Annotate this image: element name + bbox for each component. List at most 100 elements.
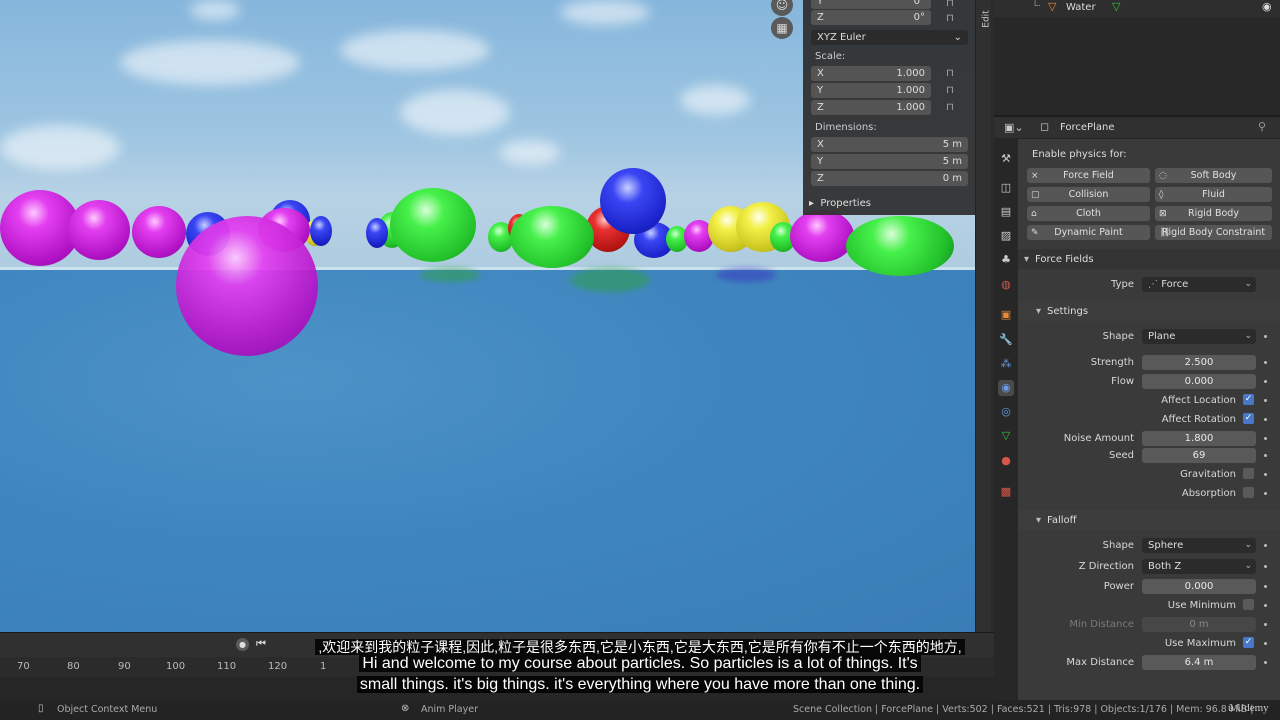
subtitle-text: ,欢迎来到我的粒子课程,因此,粒子是很多东西,它是小东西,它是大东西,它是所有你… xyxy=(315,639,965,655)
affect-location-checkbox[interactable]: ✓ xyxy=(1243,394,1254,405)
rotation-y-field[interactable]: Y 0° xyxy=(811,0,931,9)
scale-x-field[interactable]: X 1.000 xyxy=(811,66,931,81)
keyframe-dot-icon[interactable] xyxy=(1264,565,1267,568)
keyframe-dot-icon[interactable] xyxy=(1264,492,1267,495)
rotation-mode-value: XYZ Euler xyxy=(817,32,866,43)
falloff-subpanel-header[interactable]: ▾ Falloff xyxy=(1018,510,1280,530)
button-label: Rigid Body xyxy=(1188,208,1239,219)
watermark-text: Udemy xyxy=(1236,702,1269,714)
affect-rotation-checkbox[interactable]: ✓ xyxy=(1243,413,1254,424)
data-tab-icon[interactable]: ▽ xyxy=(998,428,1014,444)
dimension-y-field[interactable]: Y 5 m xyxy=(811,154,968,169)
lock-icon[interactable]: ⊓ xyxy=(946,0,958,10)
keyframe-dot-icon[interactable] xyxy=(1264,361,1267,364)
gravitation-checkbox[interactable] xyxy=(1243,468,1254,479)
material-tab-icon[interactable]: ● xyxy=(998,453,1014,469)
object-icon: ▽ xyxy=(1048,0,1057,13)
seed-label: Seed xyxy=(1109,450,1134,461)
texture-tab-icon[interactable]: ▩ xyxy=(998,484,1014,500)
keyframe-dot-icon[interactable] xyxy=(1264,399,1267,402)
close-icon: × xyxy=(1031,170,1039,181)
render-tab-icon[interactable]: ◫ xyxy=(998,180,1014,196)
scale-z-field[interactable]: Z 1.000 xyxy=(811,100,931,115)
z-direction-dropdown[interactable]: Both Z ⌄ xyxy=(1142,559,1256,574)
fluid-button[interactable]: ◊ Fluid xyxy=(1155,187,1272,202)
keyframe-dot-icon[interactable] xyxy=(1264,604,1267,607)
keyframe-dot-icon[interactable] xyxy=(1264,623,1267,626)
settings-subpanel-header[interactable]: ▾ Settings xyxy=(1018,301,1280,321)
flow-field[interactable]: 0.000 xyxy=(1142,374,1256,389)
reflection xyxy=(570,268,650,292)
dimension-z-field[interactable]: Z 0 m xyxy=(811,171,968,186)
properties-section-toggle[interactable]: ▸ Properties xyxy=(809,198,871,209)
force-fields-panel-header[interactable]: ▾ Force Fields xyxy=(1018,249,1280,269)
lock-icon[interactable]: ⊓ xyxy=(946,102,958,114)
absorption-label: Absorption xyxy=(1181,488,1236,499)
chevron-down-icon: ▾ xyxy=(1036,514,1042,526)
seed-field[interactable]: 69 xyxy=(1142,448,1256,463)
output-tab-icon[interactable]: ▤ xyxy=(998,204,1014,220)
camera-view-icon[interactable]: ☺ xyxy=(771,0,793,16)
keyframe-dot-icon[interactable] xyxy=(1264,418,1267,421)
rotation-z-field[interactable]: Z 0° xyxy=(811,10,931,25)
dynamic-paint-button[interactable]: ✎ Dynamic Paint xyxy=(1027,225,1150,240)
modifier-tab-icon[interactable]: 🔧 xyxy=(998,332,1014,348)
outliner-row[interactable]: └· ▽ Water ▽ ◉ xyxy=(994,0,1280,17)
particles-tab-icon[interactable]: ⁂ xyxy=(998,356,1014,372)
sidebar-tab-edit[interactable]: Edit xyxy=(975,0,992,632)
world-tab-icon[interactable]: ◍ xyxy=(998,277,1014,293)
scale-y-field[interactable]: Y 1.000 xyxy=(811,83,931,98)
keyframe-dot-icon[interactable] xyxy=(1264,544,1267,547)
soft-body-button[interactable]: ◌ Soft Body xyxy=(1155,168,1272,183)
chevron-down-icon: ▾ xyxy=(1036,305,1042,317)
noise-amount-field[interactable]: 1.800 xyxy=(1142,431,1256,446)
keyframe-dot-icon[interactable] xyxy=(1264,437,1267,440)
editor-type-icon[interactable]: ▣⌄ xyxy=(1004,121,1024,134)
tool-tab-icon[interactable]: ⚒ xyxy=(998,151,1014,167)
section-title: Force Fields xyxy=(1035,253,1094,265)
physics-tab-icon[interactable]: ◉ xyxy=(998,380,1014,396)
lock-icon[interactable]: ⊓ xyxy=(946,13,958,25)
button-label: Fluid xyxy=(1202,189,1225,200)
constraint-icon: ⛓ xyxy=(1159,227,1171,238)
strength-field[interactable]: 2.500 xyxy=(1142,355,1256,370)
power-label: Power xyxy=(1103,581,1134,592)
keyframe-dot-icon[interactable] xyxy=(1264,473,1267,476)
axis-value: 5 m xyxy=(942,139,962,150)
force-field-button[interactable]: × Force Field xyxy=(1027,168,1150,183)
keyframe-dot-icon[interactable] xyxy=(1264,380,1267,383)
cloth-button[interactable]: ⌂ Cloth xyxy=(1027,206,1150,221)
use-minimum-checkbox[interactable] xyxy=(1243,599,1254,610)
rotation-mode-dropdown[interactable]: XYZ Euler ⌄ xyxy=(811,30,968,45)
subtitle-chinese: ,欢迎来到我的粒子课程,因此,粒子是很多东西,它是小东西,它是大东西,它是所有你… xyxy=(0,637,1280,657)
rigid-body-constraint-button[interactable]: ⛓ Rigid Body Constraint xyxy=(1155,225,1272,240)
button-label: Rigid Body Constraint xyxy=(1161,227,1266,238)
grid-view-icon[interactable]: ▦ xyxy=(771,17,793,39)
cloud xyxy=(190,0,240,20)
power-field[interactable]: 0.000 xyxy=(1142,579,1256,594)
keyframe-dot-icon[interactable] xyxy=(1264,585,1267,588)
object-tab-icon[interactable]: ▣ xyxy=(998,307,1014,323)
constraints-tab-icon[interactable]: ◎ xyxy=(998,404,1014,420)
view-layer-tab-icon[interactable]: ▨ xyxy=(998,228,1014,244)
rigid-body-button[interactable]: ⊠ Rigid Body xyxy=(1155,206,1272,221)
pin-icon[interactable]: ⚲ xyxy=(1258,120,1266,133)
eye-icon[interactable]: ◉ xyxy=(1262,0,1272,13)
keyframe-dot-icon[interactable] xyxy=(1264,454,1267,457)
particle-sphere xyxy=(600,168,666,234)
brush-icon: ✎ xyxy=(1031,227,1039,238)
keyframe-dot-icon[interactable] xyxy=(1264,335,1267,338)
collision-button[interactable]: ▢ Collision xyxy=(1027,187,1150,202)
absorption-checkbox[interactable] xyxy=(1243,487,1254,498)
scene-tab-icon[interactable]: ♣ xyxy=(998,252,1014,268)
lock-icon[interactable]: ⊓ xyxy=(946,68,958,80)
dropdown-value: Force xyxy=(1161,279,1189,290)
axis-value: 0° xyxy=(913,12,925,23)
falloff-shape-dropdown[interactable]: Sphere ⌄ xyxy=(1142,538,1256,553)
dimension-x-field[interactable]: X 5 m xyxy=(811,137,968,152)
force-type-dropdown[interactable]: ⋰ Force ⌄ xyxy=(1142,277,1256,292)
shape-dropdown[interactable]: Plane ⌄ xyxy=(1142,329,1256,344)
affect-location-label: Affect Location xyxy=(1161,395,1236,406)
lock-icon[interactable]: ⊓ xyxy=(946,85,958,97)
min-distance-field[interactable]: 0 m xyxy=(1142,617,1256,632)
